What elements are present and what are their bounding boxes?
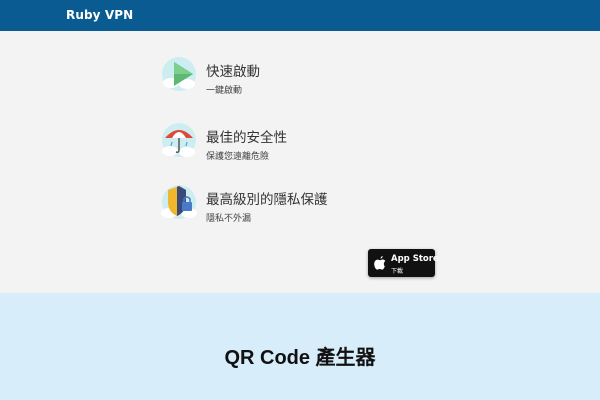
feature-subtitle: 一鍵啟動 xyxy=(206,86,243,96)
brand-logo-text[interactable]: Ruby VPN xyxy=(66,8,133,22)
apple-icon xyxy=(374,256,386,270)
section-title: QR Code 產生器 xyxy=(224,347,376,369)
app-store-download-button[interactable]: App Store 下載 xyxy=(368,249,439,277)
play-arrow-cloud-icon xyxy=(162,57,196,91)
umbrella-cloud-icon xyxy=(162,123,196,157)
top-nav-bar: Ruby VPN xyxy=(0,0,600,31)
app-store-label: App Store xyxy=(391,254,439,264)
feature-item-security: 最佳的安全性 保護您遠離危險 xyxy=(160,120,420,164)
feature-subtitle: 保護您遠離危險 xyxy=(206,152,270,162)
qr-code-generator-section: QR Code 產生器 xyxy=(0,293,600,400)
feature-item-privacy: 最高級別的隱私保護 隱私不外漏 xyxy=(160,182,420,226)
feature-title: 最佳的安全性 xyxy=(206,130,287,146)
feature-item-quick-start: 快速啟動 一鍵啟動 xyxy=(160,54,420,98)
app-store-sublabel: 下載 xyxy=(391,268,404,275)
feature-subtitle: 隱私不外漏 xyxy=(206,214,252,224)
feature-title: 快速啟動 xyxy=(206,64,260,80)
feature-title: 最高級別的隱私保護 xyxy=(206,192,328,208)
shield-lock-cloud-icon xyxy=(161,185,197,219)
